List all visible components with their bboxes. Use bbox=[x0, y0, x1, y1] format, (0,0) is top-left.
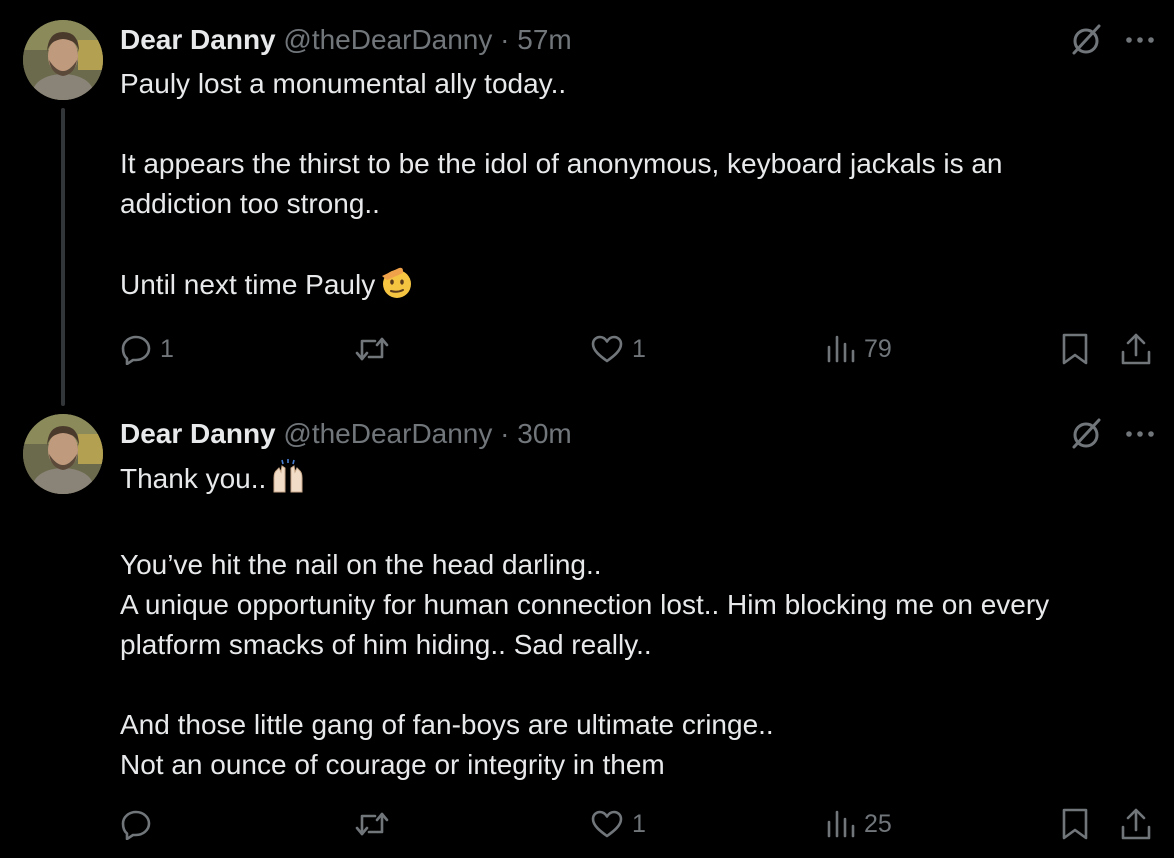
like-icon bbox=[590, 333, 624, 365]
reply-count: 1 bbox=[160, 334, 174, 363]
tweet-actions: 1 1 79 bbox=[0, 329, 1174, 369]
share-button[interactable] bbox=[1120, 804, 1152, 844]
retweet-icon bbox=[355, 808, 389, 840]
like-count: 1 bbox=[632, 809, 646, 838]
avatar[interactable] bbox=[23, 414, 103, 494]
separator-dot: · bbox=[500, 418, 510, 449]
tweet-line: A unique opportunity for human connectio… bbox=[120, 589, 1050, 620]
tweet[interactable]: Dear Danny @theDearDanny · 30m Thank you… bbox=[0, 395, 1174, 858]
bookmark-icon bbox=[1060, 807, 1090, 841]
tweet-line: Pauly lost a monumental ally today.. bbox=[120, 68, 567, 99]
more-icon[interactable] bbox=[1126, 429, 1154, 439]
tweet-line bbox=[120, 224, 1160, 264]
tweet-actions: 1 25 bbox=[0, 804, 1174, 844]
tweet-line: And those little gang of fan-boys are ul… bbox=[120, 709, 774, 740]
views-count: 25 bbox=[864, 809, 892, 838]
views-count: 79 bbox=[864, 334, 892, 363]
like-button[interactable]: 1 bbox=[590, 329, 646, 369]
share-icon bbox=[1120, 332, 1152, 366]
tweet-line: Thank you.. bbox=[120, 463, 267, 494]
reply-icon bbox=[120, 808, 152, 840]
like-button[interactable]: 1 bbox=[590, 804, 646, 844]
tweet[interactable]: Dear Danny @theDearDanny · 57m Pauly los… bbox=[0, 0, 1174, 406]
share-button[interactable] bbox=[1120, 329, 1152, 369]
grok-icon[interactable] bbox=[1068, 22, 1104, 58]
like-count: 1 bbox=[632, 334, 646, 363]
retweet-icon bbox=[355, 333, 389, 365]
grok-icon[interactable] bbox=[1068, 416, 1104, 452]
share-icon bbox=[1120, 807, 1152, 841]
bookmark-icon bbox=[1060, 332, 1090, 366]
tweet-line: You’ve hit the nail on the head darling.… bbox=[120, 549, 602, 580]
author-handle[interactable]: @theDearDanny bbox=[283, 24, 492, 55]
retweet-button[interactable] bbox=[355, 804, 397, 844]
tweet-header: Dear Danny @theDearDanny · 30m bbox=[120, 414, 572, 454]
tweet-line bbox=[120, 505, 1160, 545]
timestamp[interactable]: 57m bbox=[517, 24, 571, 55]
bookmark-button[interactable] bbox=[1060, 804, 1090, 844]
views-icon bbox=[826, 333, 856, 365]
tweet-line: platform smacks of him hiding.. Sad real… bbox=[120, 629, 652, 660]
views-button[interactable]: 79 bbox=[826, 329, 892, 369]
reply-icon bbox=[120, 333, 152, 365]
bookmark-button[interactable] bbox=[1060, 329, 1090, 369]
avatar[interactable] bbox=[23, 20, 103, 100]
tweet-text: Thank you.. You’ve hit the nail on the h… bbox=[120, 458, 1160, 785]
reply-button[interactable] bbox=[120, 804, 160, 844]
views-icon bbox=[826, 808, 856, 840]
views-button[interactable]: 25 bbox=[826, 804, 892, 844]
tweet-top-actions bbox=[1068, 20, 1154, 60]
timestamp[interactable]: 30m bbox=[517, 418, 571, 449]
author-name[interactable]: Dear Danny bbox=[120, 24, 276, 55]
author-handle[interactable]: @theDearDanny bbox=[283, 418, 492, 449]
saluting-face-emoji-icon bbox=[379, 264, 415, 311]
retweet-button[interactable] bbox=[355, 329, 397, 369]
tweet-header: Dear Danny @theDearDanny · 57m bbox=[120, 20, 572, 60]
tweet-line: Not an ounce of courage or integrity in … bbox=[120, 749, 665, 780]
tweet-text: Pauly lost a monumental ally today.. It … bbox=[120, 64, 1160, 311]
tweet-line: It appears the thirst to be the idol of … bbox=[120, 148, 1003, 179]
tweet-line: Until next time Pauly bbox=[120, 269, 376, 300]
tweet-top-actions bbox=[1068, 414, 1154, 454]
tweet-line: addiction too strong.. bbox=[120, 188, 380, 219]
like-icon bbox=[590, 808, 624, 840]
reply-button[interactable]: 1 bbox=[120, 329, 174, 369]
tweet-line bbox=[120, 665, 1160, 705]
raising-hands-emoji-icon bbox=[270, 458, 306, 505]
more-icon[interactable] bbox=[1126, 35, 1154, 45]
author-name[interactable]: Dear Danny bbox=[120, 418, 276, 449]
tweet-line bbox=[120, 104, 1160, 144]
separator-dot: · bbox=[500, 24, 510, 55]
